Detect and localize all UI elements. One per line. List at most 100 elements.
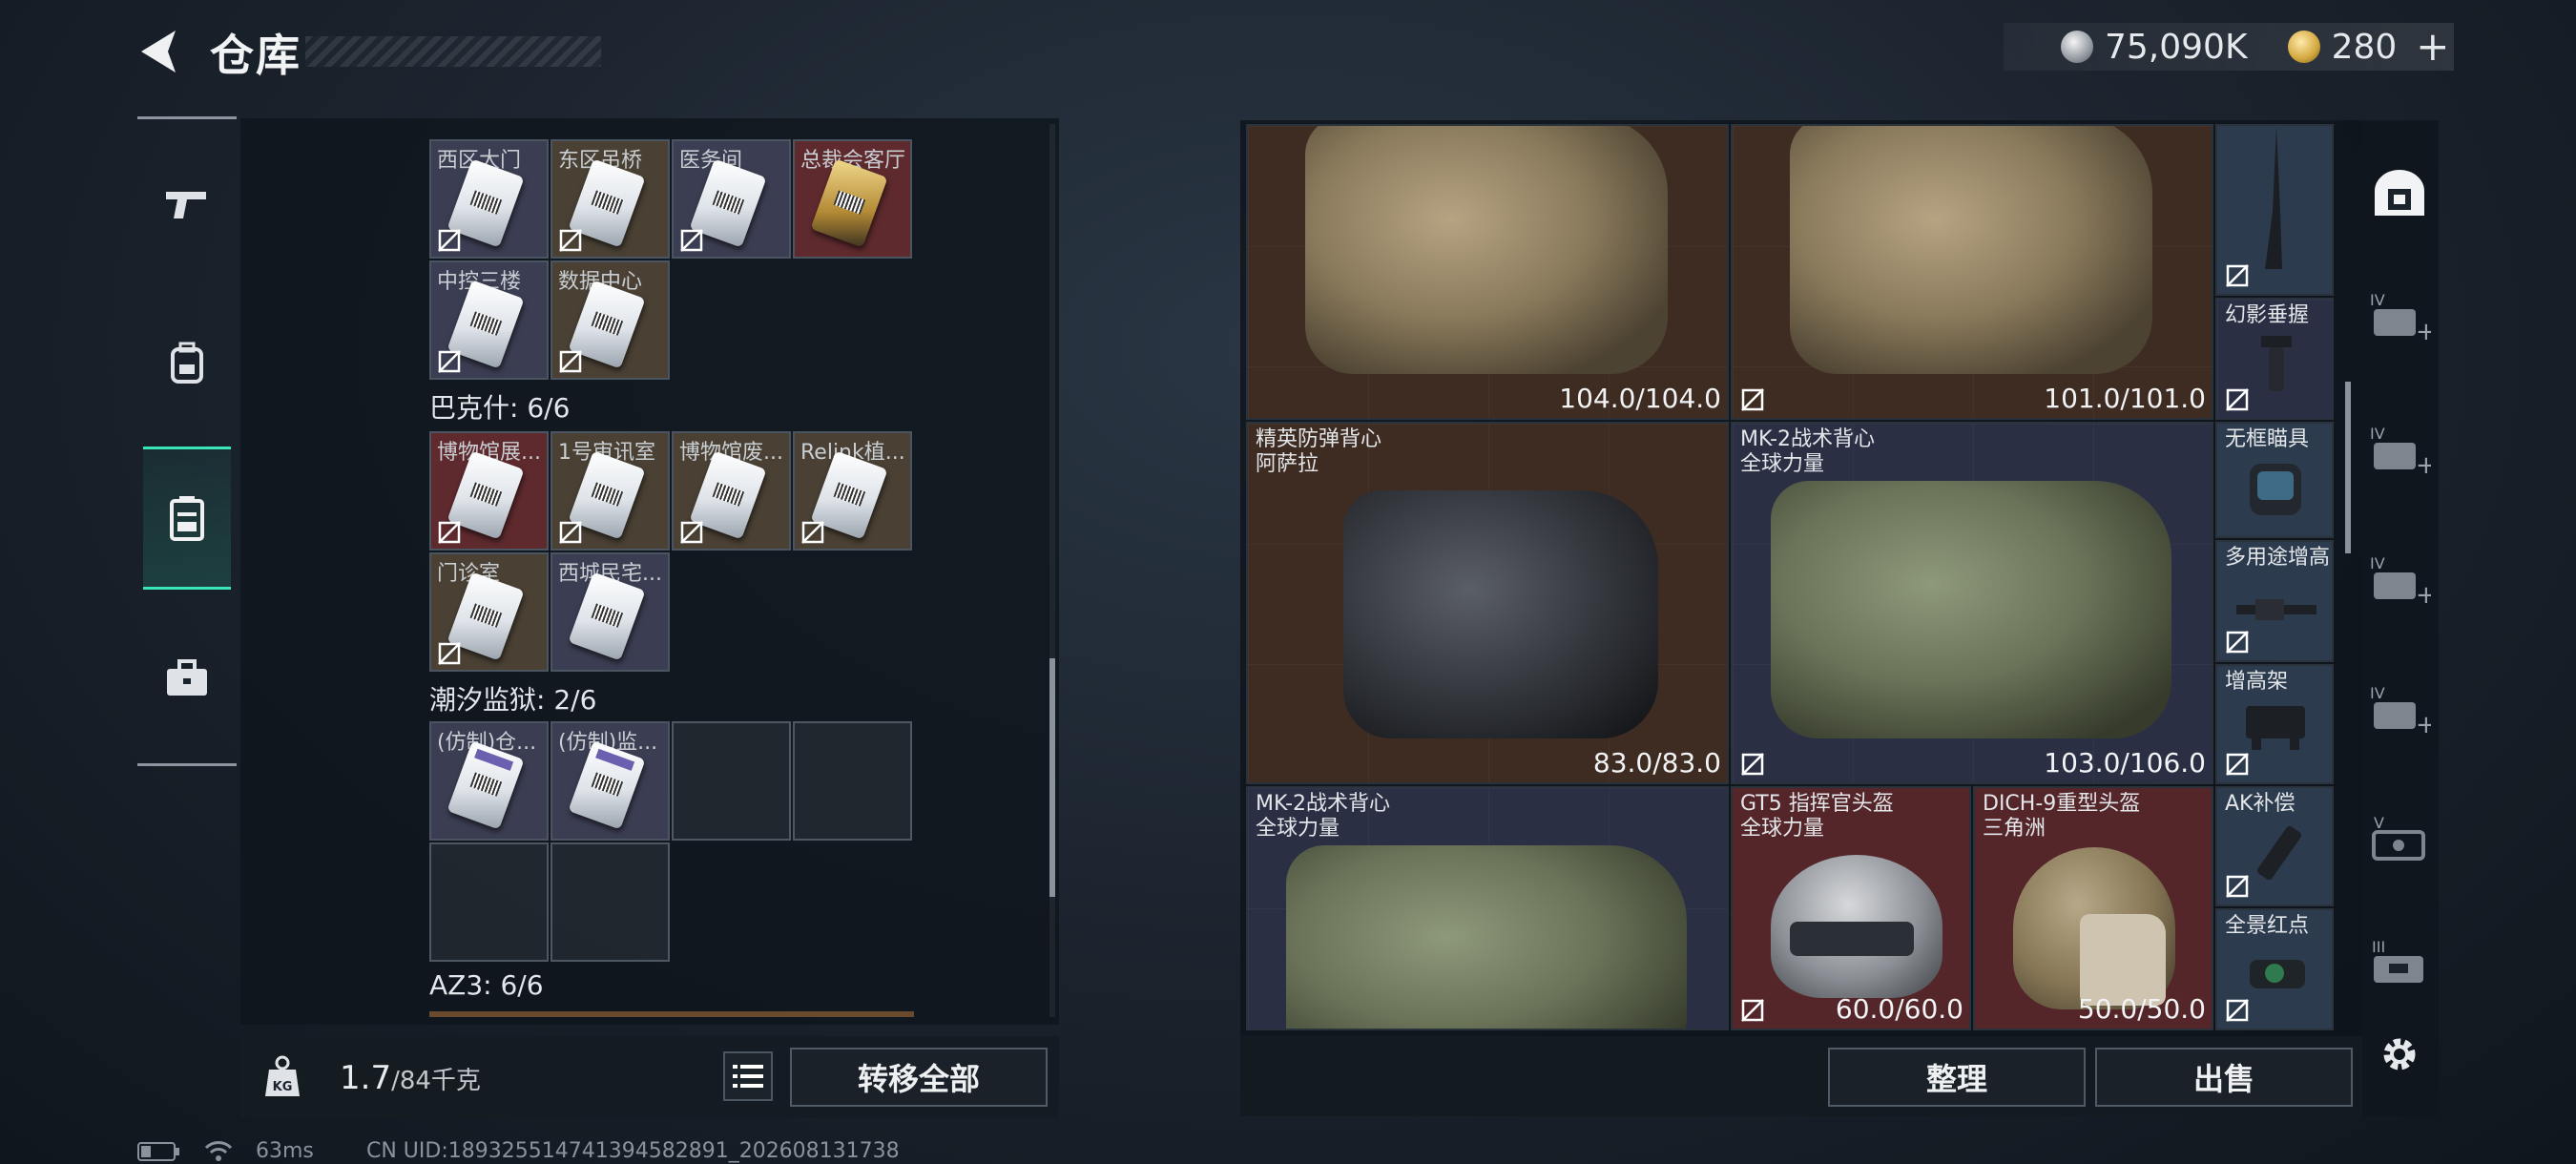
keycard-slot[interactable]: 数据中心 [551, 260, 670, 380]
keycard-slot[interactable]: 西城民宅... [551, 552, 670, 672]
item-name: MK-2战术背心 全球力量 [1740, 427, 1876, 476]
sort-button[interactable]: 整理 [1828, 1048, 2086, 1107]
inventory-item[interactable]: MK-2战术背心 全球力量 [1246, 786, 1729, 1030]
keycard-slot[interactable]: 医务间 [672, 139, 791, 259]
currency-secondary: 280 [2331, 27, 2398, 67]
tab-weapons[interactable] [143, 134, 231, 277]
empty-slot[interactable] [429, 842, 549, 962]
no-transfer-icon [559, 229, 582, 252]
svg-text:IV: IV [2370, 425, 2385, 443]
add-container-button[interactable]: IV + [2366, 676, 2433, 742]
attachment-name: 幻影垂握 [2225, 303, 2310, 327]
inventory-item[interactable]: 101.0/101.0 [1731, 124, 2213, 420]
svg-text:+: + [2416, 318, 2431, 342]
attachment-slot[interactable]: 多用途增高 [2215, 540, 2334, 662]
tab-items[interactable] [143, 607, 231, 750]
gold-coin-icon [2287, 31, 2320, 63]
add-container-button[interactable]: IV + [2366, 546, 2433, 613]
attachment-name: 多用途增高 [2225, 546, 2331, 570]
no-transfer-icon [2226, 999, 2249, 1022]
svg-text:+: + [2416, 711, 2431, 735]
svg-text:IV: IV [2370, 684, 2385, 702]
helmet-icon [2013, 847, 2175, 1009]
keycard-slot[interactable]: (仿制)监... [551, 721, 670, 841]
keycard-slot[interactable]: Relink植... [793, 431, 912, 551]
keycard-slot[interactable]: 西区大门 [429, 139, 549, 259]
item-durability: 104.0/104.0 [1559, 383, 1721, 414]
attachment-name: 全景红点 [2225, 914, 2310, 938]
safe-box-button[interactable] [2366, 160, 2433, 227]
no-transfer-icon [1741, 753, 1764, 776]
add-container-button[interactable]: IV + [2366, 416, 2433, 483]
tab-containers[interactable] [143, 447, 231, 590]
item-name: MK-2战术背心 全球力量 [1256, 792, 1391, 841]
empty-slot[interactable] [793, 721, 912, 841]
item-durability: 50.0/50.0 [2077, 993, 2206, 1025]
no-transfer-icon [559, 350, 582, 373]
transfer-all-button[interactable]: 转移全部 [790, 1048, 1048, 1107]
keycard-slot[interactable]: 1号审讯室 [551, 431, 670, 551]
backpack-icon [171, 342, 203, 384]
pistol-icon [166, 192, 206, 218]
list-view-button[interactable] [723, 1051, 773, 1101]
case-icon [170, 496, 204, 541]
tab-equipment[interactable] [143, 292, 231, 435]
no-transfer-icon [438, 642, 461, 665]
no-transfer-icon [2226, 875, 2249, 898]
inventory-item[interactable]: 精英防弹背心 阿萨拉 83.0/83.0 [1246, 422, 1729, 784]
add-currency-button[interactable]: + [2416, 27, 2449, 67]
keycard-slot[interactable]: 门诊室 [429, 552, 549, 672]
svg-text:III: III [2372, 938, 2385, 956]
inventory-scrollbar-thumb[interactable] [2345, 382, 2351, 553]
container-button[interactable]: III [2366, 929, 2433, 996]
svg-text:+: + [2416, 581, 2431, 605]
vest-icon [1771, 481, 2171, 738]
add-container-button[interactable]: IV + [2366, 282, 2433, 349]
item-durability: 83.0/83.0 [1592, 747, 1721, 779]
container-icon: III [2372, 938, 2423, 983]
sell-button[interactable]: 出售 [2095, 1048, 2353, 1107]
svg-text:KG: KG [273, 1080, 293, 1094]
attachment-slot[interactable]: 无框瞄具 [2215, 422, 2334, 538]
currency-bar: 75,090K 280 + [2004, 23, 2454, 71]
no-transfer-icon [1741, 999, 1764, 1022]
keycard-slot[interactable]: (仿制)仓... [429, 721, 549, 841]
back-button[interactable] [134, 27, 181, 76]
add-container-icon: IV + [2370, 425, 2431, 475]
no-transfer-icon [680, 229, 703, 252]
sling-icon [2265, 126, 2282, 269]
inventory-item[interactable]: MK-2战术背心 全球力量 103.0/106.0 [1731, 422, 2213, 784]
tab-rail-top [137, 116, 237, 119]
attachment-name: 无框瞄具 [2225, 427, 2310, 451]
attachment-name: AK补偿 [2225, 792, 2296, 816]
empty-slot[interactable] [672, 721, 791, 841]
keycard-slot[interactable]: 总裁会客厅 [793, 139, 912, 259]
container-button[interactable]: V [2366, 805, 2433, 872]
ping-readout: 63ms [256, 1139, 314, 1163]
keycard-slot[interactable]: 博物馆废... [672, 431, 791, 551]
attachment-slot[interactable]: 幻影垂握 [2215, 298, 2334, 420]
attachment-slot[interactable]: 全景红点 [2215, 908, 2334, 1030]
no-transfer-icon [2226, 388, 2249, 411]
no-transfer-icon [2226, 753, 2249, 776]
silver-coin-icon [2061, 31, 2093, 63]
uid-readout: CN UID:189325514741394582891_20260813173… [366, 1139, 900, 1163]
riser-icon [2236, 599, 2316, 620]
inventory-item[interactable]: DICH-9重型头盔 三角洲 50.0/50.0 [1973, 786, 2213, 1030]
item-name: GT5 指挥官头盔 全球力量 [1740, 792, 1894, 841]
keycard-slot[interactable]: 博物馆展... [429, 431, 549, 551]
inventory-item[interactable]: 104.0/104.0 [1246, 124, 1729, 420]
inventory-item[interactable]: GT5 指挥官头盔 全球力量 60.0/60.0 [1731, 786, 1971, 1030]
keycard-slot[interactable]: 中控三楼 [429, 260, 549, 380]
keycard-slot[interactable]: 东区吊桥 [551, 139, 670, 259]
storage-scrollbar-thumb[interactable] [1049, 658, 1055, 897]
attachment-slot[interactable] [2215, 124, 2334, 296]
grip-icon [2261, 336, 2292, 391]
attachment-slot[interactable]: 增高架 [2215, 664, 2334, 784]
safe-box-icon [2375, 170, 2424, 216]
empty-slot[interactable] [551, 842, 670, 962]
vest-icon [1286, 845, 1687, 1029]
settings-button[interactable] [2366, 1021, 2433, 1088]
vest-icon [1343, 490, 1658, 738]
attachment-slot[interactable]: AK补偿 [2215, 786, 2334, 906]
